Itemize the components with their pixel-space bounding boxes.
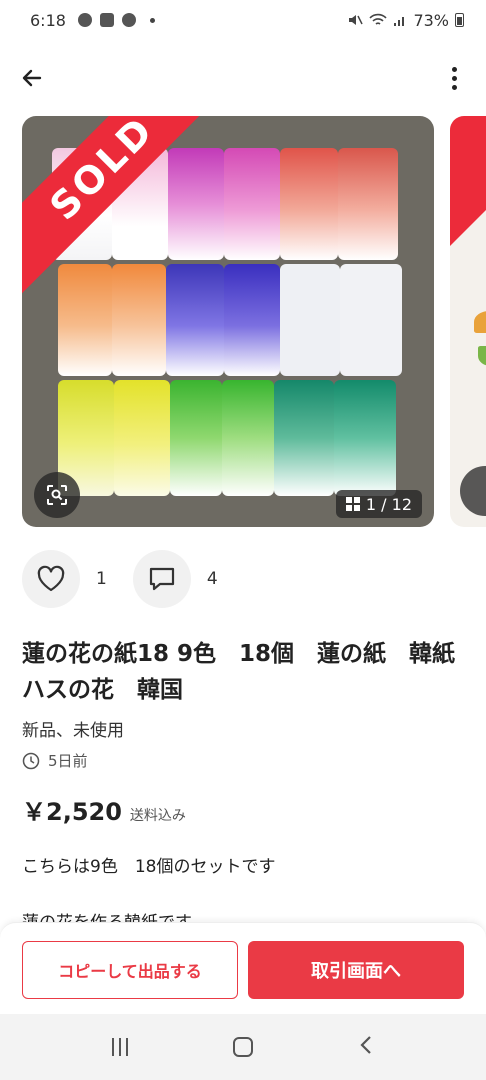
signal-icon xyxy=(394,17,405,26)
battery-icon xyxy=(455,13,464,27)
status-bar: 6:18 73% xyxy=(0,0,486,40)
like-count: 1 xyxy=(96,569,107,589)
arrow-left-icon xyxy=(22,69,42,87)
status-time: 6:18 xyxy=(30,10,66,30)
description-line: こちらは9色 18個のセットです xyxy=(22,857,276,877)
home-button[interactable] xyxy=(232,1037,253,1057)
photo-counter-text: 1 / 12 xyxy=(365,494,412,514)
more-options-button[interactable] xyxy=(436,60,472,96)
product-photo[interactable]: SOLD 1 / 12 xyxy=(22,116,434,527)
shipping-included-label: 送料込み xyxy=(129,808,186,824)
grid-icon xyxy=(345,497,360,511)
product-title: 蓮の花の紙18 9色 18個 蓮の紙 韓紙 ハスの花 韓国 xyxy=(22,641,479,703)
posted-time: 5日前 xyxy=(22,750,88,771)
bottom-action-bar: コピーして出品する 取引画面へ xyxy=(0,922,486,1014)
gallery-icon xyxy=(99,13,114,27)
more-vert-icon xyxy=(451,66,457,72)
product-condition: 新品、未使用 xyxy=(22,721,124,741)
system-icons: 73% xyxy=(347,11,464,30)
top-bar xyxy=(0,48,486,108)
clock-icon xyxy=(22,752,40,769)
engagement-actions: 1 4 xyxy=(22,550,244,608)
posted-time-text: 5日前 xyxy=(48,752,88,770)
photo-carousel[interactable]: SOLD 1 / 12 xyxy=(22,116,486,528)
image-search-button[interactable] xyxy=(34,472,80,518)
line-icon xyxy=(121,13,136,27)
chrome-icon xyxy=(77,13,92,27)
sold-label: SOLD xyxy=(41,116,163,229)
copy-listing-button[interactable]: コピーして出品する xyxy=(22,941,238,999)
heart-icon xyxy=(37,565,65,592)
wifi-icon xyxy=(369,13,388,25)
like-button[interactable] xyxy=(22,550,80,608)
back-button[interactable] xyxy=(14,60,50,96)
comment-button[interactable] xyxy=(132,550,191,608)
system-nav-bar xyxy=(0,1014,486,1080)
recent-apps-button[interactable] xyxy=(112,1038,129,1056)
image-scan-icon xyxy=(47,485,67,505)
trade-screen-button[interactable]: 取引画面へ xyxy=(248,941,464,999)
mute-icon xyxy=(349,15,364,25)
next-product-photo[interactable] xyxy=(450,116,486,527)
sold-badge: SOLD xyxy=(22,116,212,306)
battery-percent: 73% xyxy=(413,10,449,30)
price: ￥2,520 xyxy=(22,798,122,826)
nav-back-button[interactable] xyxy=(358,1034,374,1060)
price-row: ￥2,520 送料込み xyxy=(22,792,186,827)
photo-counter[interactable]: 1 / 12 xyxy=(335,490,422,518)
chevron-left-icon xyxy=(360,1036,371,1054)
notification-icons xyxy=(77,13,155,27)
comment-count: 4 xyxy=(206,569,218,589)
more-notifications-icon xyxy=(149,17,155,23)
comment-icon xyxy=(149,567,174,591)
